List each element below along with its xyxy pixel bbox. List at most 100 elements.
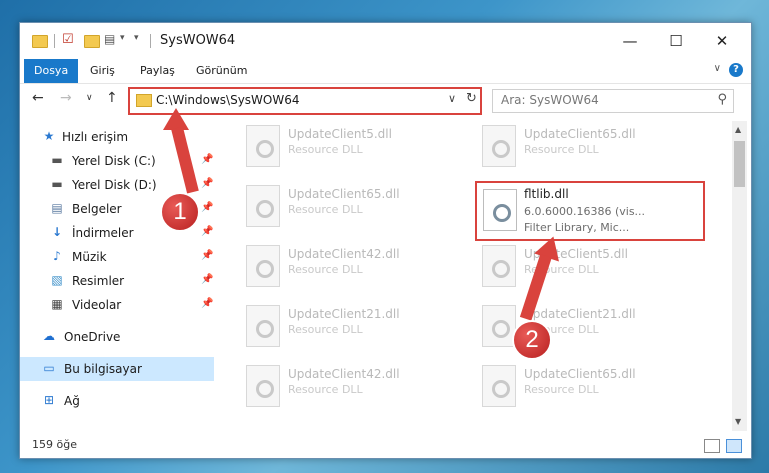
- file-description: Resource DLL: [288, 323, 363, 336]
- file-name: UpdateClient65.dll: [288, 187, 400, 201]
- tiles-view-icon[interactable]: [726, 439, 742, 453]
- file-description: Resource DLL: [288, 203, 363, 216]
- sidebar-item-label: Belgeler: [72, 202, 122, 216]
- tab-file[interactable]: Dosya: [24, 59, 79, 83]
- documents-icon: ▤: [51, 201, 63, 215]
- new-folder-icon[interactable]: [84, 35, 100, 48]
- dll-file-icon: [482, 245, 516, 287]
- file-name: UpdateClient21.dll: [288, 307, 400, 321]
- address-path[interactable]: C:\Windows\SysWOW64: [156, 93, 300, 107]
- list-item[interactable]: UpdateClient21.dll Resource DLL: [456, 301, 666, 351]
- recent-locations-icon[interactable]: ∨: [86, 93, 93, 103]
- list-item[interactable]: UpdateClient65.dll Resource DLL: [456, 121, 666, 171]
- expand-ribbon-icon[interactable]: ∨: [714, 63, 721, 74]
- drive-icon: ▬: [51, 177, 63, 191]
- sidebar-item-label: Yerel Disk (D:): [72, 178, 157, 192]
- properties-icon[interactable]: ☑: [62, 32, 74, 48]
- download-icon: ↓: [51, 225, 63, 239]
- tab-view[interactable]: Görünüm: [186, 59, 257, 83]
- minimize-button[interactable]: —: [607, 23, 653, 59]
- sidebar-item-label: Bu bilgisayar: [64, 362, 142, 376]
- close-button[interactable]: ✕: [699, 23, 745, 59]
- tab-share[interactable]: Paylaş: [130, 59, 185, 83]
- pin-icon[interactable]: 📌: [201, 298, 213, 309]
- sidebar-item-label: İndirmeler: [72, 226, 134, 240]
- dll-file-icon: [246, 125, 280, 167]
- navigation-bar: ← → ∨ ↑ C:\Windows\SysWOW64 ∨ ↻ Ara: Sys…: [20, 85, 751, 115]
- customize-icon[interactable]: ▤: [104, 32, 115, 48]
- scroll-thumb[interactable]: [734, 141, 745, 187]
- pin-icon[interactable]: 📌: [201, 178, 213, 189]
- quick-access-toolbar-icon[interactable]: ▾: [134, 33, 139, 49]
- scrollbar[interactable]: ▲ ▼: [732, 121, 747, 431]
- dropdown-icon[interactable]: ▾: [120, 33, 125, 49]
- dll-file-icon: [246, 305, 280, 347]
- search-input[interactable]: Ara: SysWOW64: [501, 93, 599, 107]
- step-badge-2: 2: [512, 320, 552, 360]
- file-name: UpdateClient42.dll: [288, 247, 400, 261]
- scroll-up-icon[interactable]: ▲: [735, 125, 741, 134]
- pin-icon[interactable]: 📌: [201, 202, 213, 213]
- refresh-icon[interactable]: ↻: [466, 91, 477, 106]
- file-description: Filter Library, Mic...: [524, 221, 630, 234]
- list-item[interactable]: UpdateClient65.dll Resource DLL: [456, 361, 666, 411]
- computer-icon: ▭: [43, 361, 55, 375]
- status-bar: 159 öğe: [20, 435, 751, 457]
- file-name: UpdateClient5.dll: [288, 127, 392, 141]
- list-item[interactable]: UpdateClient21.dll Resource DLL: [220, 301, 430, 351]
- divider: [54, 34, 55, 48]
- window-title: SysWOW64: [160, 33, 236, 48]
- dll-file-icon: [246, 185, 280, 227]
- sidebar-item-label: Resimler: [72, 274, 125, 288]
- dll-file-icon: [482, 365, 516, 407]
- list-item[interactable]: UpdateClient65.dll Resource DLL: [220, 181, 430, 231]
- file-list: UpdateClient5.dll Resource DLL UpdateCli…: [220, 121, 732, 431]
- item-count: 159 öğe: [32, 438, 77, 451]
- help-icon[interactable]: ?: [729, 63, 743, 77]
- sidebar-item-label: Yerel Disk (C:): [72, 154, 156, 168]
- sidebar-item-this-pc[interactable]: ▭ Bu bilgisayar: [20, 357, 214, 381]
- file-name: UpdateClient42.dll: [288, 367, 400, 381]
- sidebar-item-videos[interactable]: ▦ Videolar 📌: [20, 293, 214, 317]
- pin-icon[interactable]: 📌: [201, 226, 213, 237]
- highlighted-file-fltlib[interactable]: fltlib.dll 6.0.6000.16386 (vis... Filter…: [475, 181, 705, 241]
- list-item[interactable]: UpdateClient42.dll Resource DLL: [220, 361, 430, 411]
- network-icon: ⊞: [43, 393, 55, 407]
- pin-icon[interactable]: 📌: [201, 154, 213, 165]
- file-version: 6.0.6000.16386 (vis...: [524, 205, 646, 218]
- cloud-icon: ☁: [43, 329, 55, 343]
- pictures-icon: ▧: [51, 273, 63, 287]
- address-dropdown-icon[interactable]: ∨: [448, 92, 456, 105]
- folder-icon: [32, 35, 48, 48]
- file-name: fltlib.dll: [524, 187, 569, 201]
- file-name: UpdateClient65.dll: [524, 127, 636, 141]
- maximize-button[interactable]: ☐: [653, 23, 699, 59]
- dll-file-icon: [482, 305, 516, 347]
- sidebar-item-network[interactable]: ⊞ Ağ: [20, 389, 214, 413]
- sidebar-item-onedrive[interactable]: ☁ OneDrive: [20, 325, 214, 349]
- list-item[interactable]: UpdateClient42.dll Resource DLL: [220, 241, 430, 291]
- sidebar-item-music[interactable]: ♪ Müzik 📌: [20, 245, 214, 269]
- list-item[interactable]: UpdateClient5.dll Resource DLL: [220, 121, 430, 171]
- file-name: UpdateClient65.dll: [524, 367, 636, 381]
- search-icon[interactable]: ⚲: [717, 92, 727, 107]
- ribbon: Dosya Giriş Paylaş Görünüm ∨ ?: [20, 59, 751, 84]
- up-arrow-icon[interactable]: ↑: [106, 90, 118, 106]
- tab-home[interactable]: Giriş: [80, 59, 125, 83]
- back-arrow-icon[interactable]: ←: [32, 90, 44, 106]
- pin-icon[interactable]: 📌: [201, 250, 213, 261]
- music-icon: ♪: [53, 249, 61, 263]
- details-view-icon[interactable]: [704, 439, 720, 453]
- sidebar-item-label: Hızlı erişim: [62, 130, 129, 144]
- star-icon: ★: [43, 129, 55, 143]
- file-description: Resource DLL: [524, 143, 599, 156]
- file-description: Resource DLL: [524, 383, 599, 396]
- pin-icon[interactable]: 📌: [201, 274, 213, 285]
- forward-arrow-icon[interactable]: →: [60, 90, 72, 106]
- sidebar-item-pictures[interactable]: ▧ Resimler 📌: [20, 269, 214, 293]
- sidebar-item-label: OneDrive: [64, 330, 121, 344]
- scroll-down-icon[interactable]: ▼: [735, 417, 741, 426]
- dll-file-icon: [482, 125, 516, 167]
- file-name: UpdateClient21.dll: [524, 307, 636, 321]
- search-box[interactable]: Ara: SysWOW64 ⚲: [492, 89, 734, 113]
